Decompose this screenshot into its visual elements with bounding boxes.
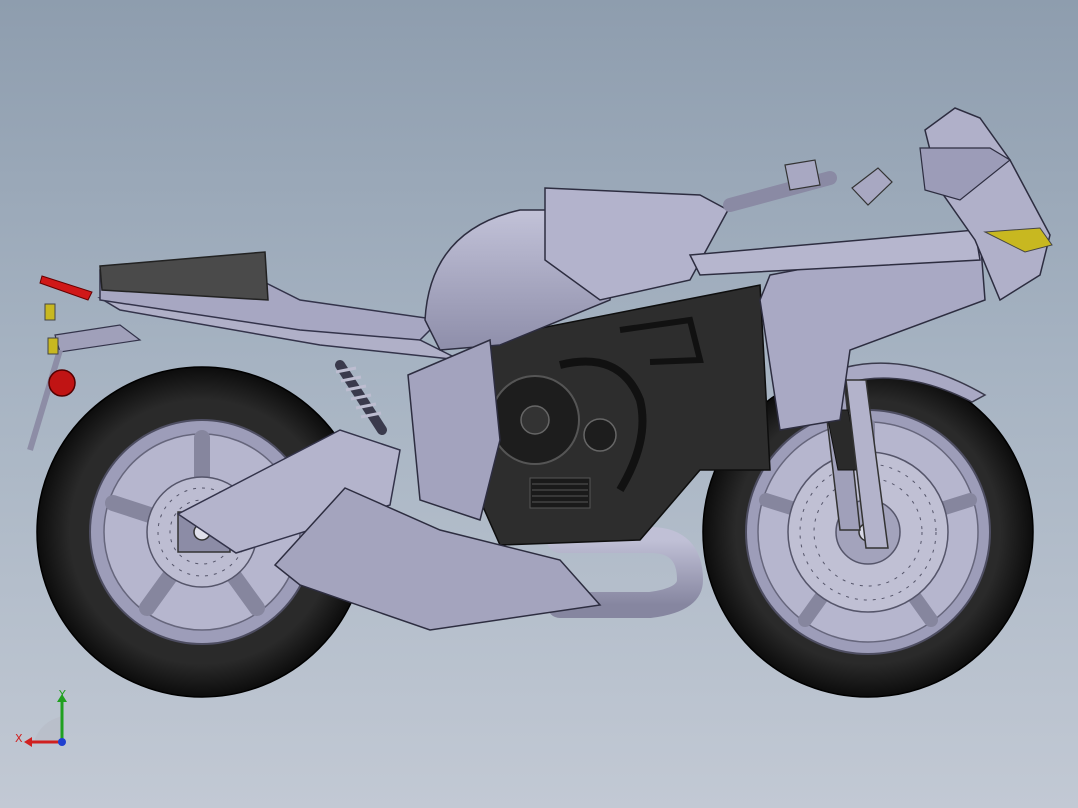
triad-y-label: Y [59,688,66,701]
graphics-viewport[interactable]: X Y [0,0,1078,808]
coordinate-triad: X Y [12,686,76,750]
indicator-rear-lower [47,337,59,355]
rear-reflector [48,369,76,397]
license-bracket [54,324,142,353]
handlebar [723,159,893,212]
motorcycle-model[interactable] [0,0,1078,808]
indicator-rear-upper [44,303,56,321]
triad-z-axis [58,738,66,746]
rear-shock [335,360,387,435]
mirror [851,167,893,206]
tail-light [39,275,93,301]
triad-x-label: X [15,732,23,745]
side-panel-left [407,338,501,521]
